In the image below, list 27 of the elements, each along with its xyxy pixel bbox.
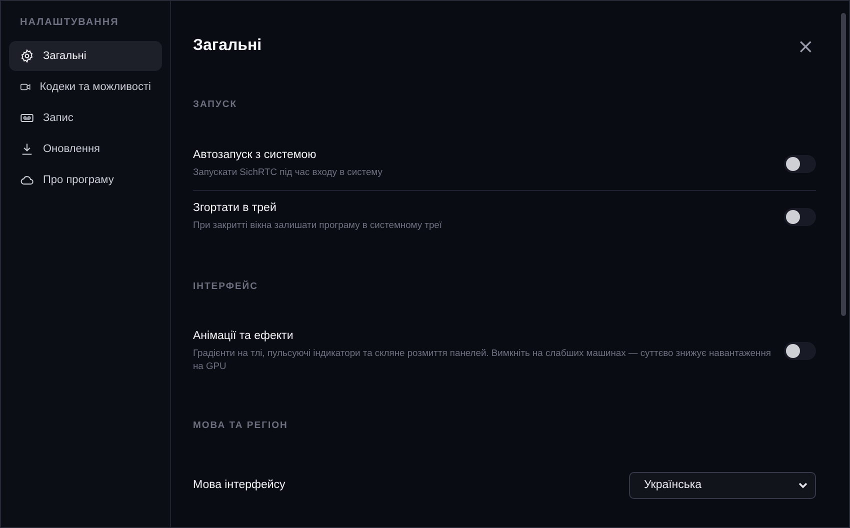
- setting-label: Мова інтерфейсу: [193, 479, 286, 492]
- sidebar-item[interactable]: Кодеки та можливості: [9, 72, 162, 102]
- language-dropdown[interactable]: Українська: [629, 472, 816, 499]
- cloud-icon: [20, 173, 34, 187]
- section-heading: МОВА ТА РЕГІОН: [193, 420, 289, 432]
- close-button[interactable]: ×: [795, 36, 816, 56]
- settings-icon: [20, 49, 34, 63]
- cassette-icon: [20, 111, 34, 125]
- sidebar-item[interactable]: Загальні: [9, 41, 162, 71]
- toggle-switch[interactable]: [784, 155, 816, 173]
- toggle-switch[interactable]: [784, 342, 816, 360]
- sidebar-item[interactable]: Запис: [9, 103, 162, 133]
- sidebar-item[interactable]: Про програму: [9, 165, 162, 195]
- setting-label: Анімації та ефекти: [193, 330, 294, 342]
- sidebar-heading: НАЛАШТУВАННЯ: [19, 17, 120, 30]
- setting-description: При закритті вікна залишати програму в системному треї: [193, 218, 442, 232]
- setting-label: Згортати в трей: [193, 202, 278, 214]
- section-heading: ЗАПУСК: [193, 99, 238, 110]
- sidebar-item[interactable]: Оновлення: [9, 134, 162, 164]
- section-heading: ІНТЕРФЕЙС: [193, 281, 259, 292]
- panel-title: Загальні: [193, 37, 262, 55]
- setting-description: Запускати SichRTC під час входу в систему: [193, 165, 382, 179]
- setting-label: Автозапуск з системою: [193, 149, 318, 162]
- toggle-switch[interactable]: [784, 208, 816, 226]
- download-icon: [20, 142, 34, 156]
- setting-description: Градієнти на тлі, пульсуючі індикатори та скляне розмиття панелей. Вимкніть на слабших машинах — суттєво знижує навантаження на GPU: [193, 346, 772, 372]
- scrollbar[interactable]: [841, 13, 846, 316]
